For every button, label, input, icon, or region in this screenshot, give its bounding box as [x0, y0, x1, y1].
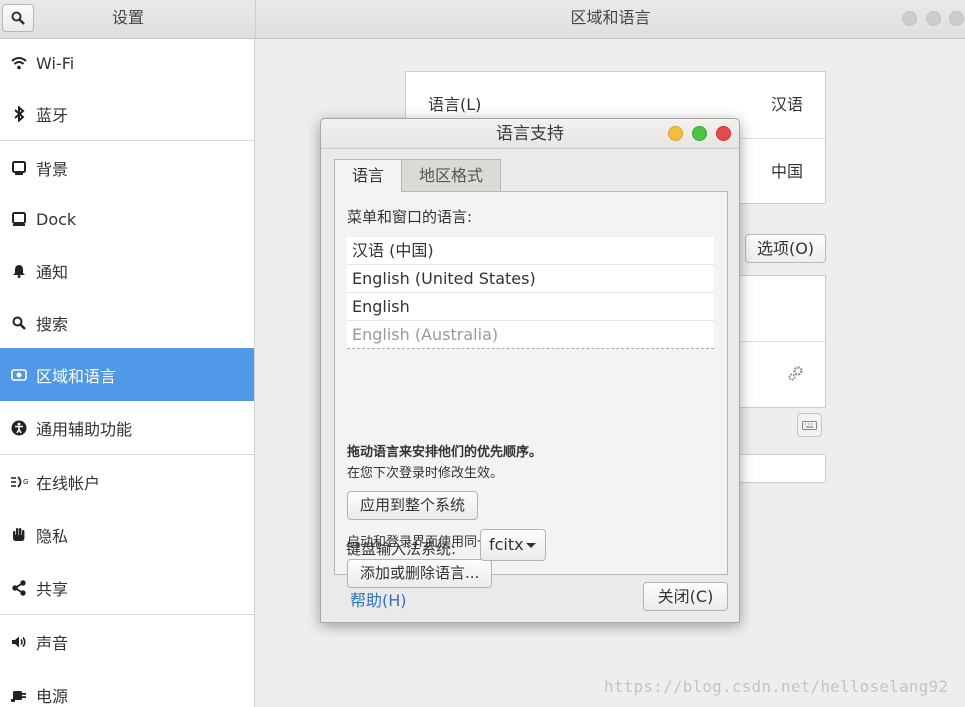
sidebar-item-wifi[interactable]: Wi-Fi	[0, 39, 254, 87]
sidebar-item-sound[interactable]: 声音	[0, 615, 254, 668]
options-button[interactable]: 选项(O)	[745, 234, 826, 263]
add-remove-languages-button[interactable]: 添加或删除语言...	[347, 559, 493, 588]
tab-language[interactable]: 语言	[334, 159, 403, 192]
bell-icon	[0, 264, 36, 278]
sidebar-item-label: 通知	[36, 262, 69, 282]
sidebar-item-notifications[interactable]: 通知	[0, 244, 254, 297]
keyboard-layout-button[interactable]	[797, 413, 822, 437]
sidebar-item-label: 搜索	[36, 314, 69, 334]
search-icon	[0, 316, 36, 330]
sidebar-item-power[interactable]: 电源	[0, 668, 254, 707]
sidebar-item-region-language[interactable]: 区域和语言	[0, 348, 254, 401]
sidebar-item-label: 声音	[36, 633, 69, 653]
language-list: 汉语 (中国) English (United States) English …	[347, 237, 714, 349]
sidebar: Wi-Fi 蓝牙 背景 Dock 通知 搜索 区域和语言 通用辅助功能 G 在线…	[0, 39, 255, 707]
sidebar-item-label: 在线帐户	[36, 473, 101, 493]
speaker-icon	[0, 635, 36, 649]
sidebar-item-label: 区域和语言	[36, 366, 117, 386]
share-icon	[0, 579, 36, 596]
accessibility-icon	[0, 420, 36, 436]
sidebar-item-label: Wi-Fi	[36, 53, 75, 73]
input-source-field[interactable]	[739, 454, 826, 483]
menu-language-heading: 菜单和窗口的语言:	[347, 208, 473, 226]
hand-icon	[0, 527, 36, 542]
sidebar-item-dock[interactable]: Dock	[0, 194, 254, 244]
sidebar-item-label: 蓝牙	[36, 105, 69, 125]
sidebar-item-label: 隐私	[36, 526, 69, 546]
sidebar-item-sharing[interactable]: 共享	[0, 561, 254, 614]
formats-value: 中国	[770, 162, 803, 181]
list-item[interactable]: English (United States)	[347, 265, 714, 293]
background-icon	[0, 160, 36, 175]
sidebar-item-label: 电源	[36, 686, 69, 706]
sidebar-item-bluetooth[interactable]: 蓝牙	[0, 87, 254, 140]
chevron-down-icon	[526, 543, 536, 548]
wifi-icon	[0, 56, 36, 70]
language-tab-panel: 菜单和窗口的语言: 汉语 (中国) English (United States…	[334, 191, 728, 588]
tab-bar: 语言 地区格式	[334, 159, 502, 192]
header-bar: 设置 区域和语言	[0, 0, 965, 39]
maximize-button[interactable]	[926, 11, 941, 26]
online-accounts-icon: G	[0, 475, 36, 489]
close-dialog-button[interactable]: 关闭(C)	[643, 582, 728, 611]
minimize-button[interactable]	[902, 11, 917, 26]
language-value: 汉语	[770, 95, 803, 114]
sidebar-item-background[interactable]: 背景	[0, 141, 254, 194]
sidebar-item-accessibility[interactable]: 通用辅助功能	[0, 401, 254, 454]
settings-title: 设置	[111, 8, 144, 27]
dock-icon	[0, 212, 36, 226]
effect-hint: 在您下次登录时修改生效。	[347, 466, 504, 481]
keyboard-input-value: fcitx	[489, 535, 524, 554]
bluetooth-icon	[0, 105, 36, 122]
list-item[interactable]: English	[347, 293, 714, 321]
sidebar-item-label: 共享	[36, 579, 69, 599]
minimize-light[interactable]	[668, 126, 683, 141]
dialog-title-text: 语言支持	[496, 124, 564, 144]
maximize-light[interactable]	[692, 126, 707, 141]
region-icon	[0, 368, 36, 381]
sidebar-item-privacy[interactable]: 隐私	[0, 508, 254, 561]
sidebar-item-online-accounts[interactable]: G 在线帐户	[0, 455, 254, 508]
close-window-button[interactable]	[949, 11, 964, 26]
drag-hint: 拖动语言来安排他们的优先顺序。	[347, 445, 543, 460]
row-divider	[740, 341, 825, 342]
list-item[interactable]: 汉语 (中国)	[347, 237, 714, 265]
sidebar-item-label: 背景	[36, 159, 69, 179]
sidebar-item-search[interactable]: 搜索	[0, 297, 254, 348]
help-link[interactable]: 帮助(H)	[350, 587, 407, 611]
keyboard-input-select[interactable]: fcitx	[480, 529, 546, 561]
sidebar-item-label: 通用辅助功能	[36, 419, 133, 439]
tab-regional-formats[interactable]: 地区格式	[402, 159, 502, 191]
watermark-text: https://blog.csdn.net/helloselang92	[604, 677, 949, 696]
sidebar-item-label: Dock	[36, 209, 77, 229]
input-sources-box	[739, 275, 826, 408]
list-item[interactable]: English (Australia)	[347, 321, 714, 349]
gear-icon[interactable]	[787, 364, 805, 382]
close-light[interactable]	[716, 126, 731, 141]
power-icon	[0, 687, 36, 703]
dialog-title: 语言支持	[321, 119, 739, 149]
apply-system-wide-button[interactable]: 应用到整个系统	[347, 491, 479, 520]
keyboard-icon	[802, 420, 817, 430]
svg-text:G: G	[23, 478, 28, 486]
panel-title: 区域和语言	[570, 8, 651, 27]
